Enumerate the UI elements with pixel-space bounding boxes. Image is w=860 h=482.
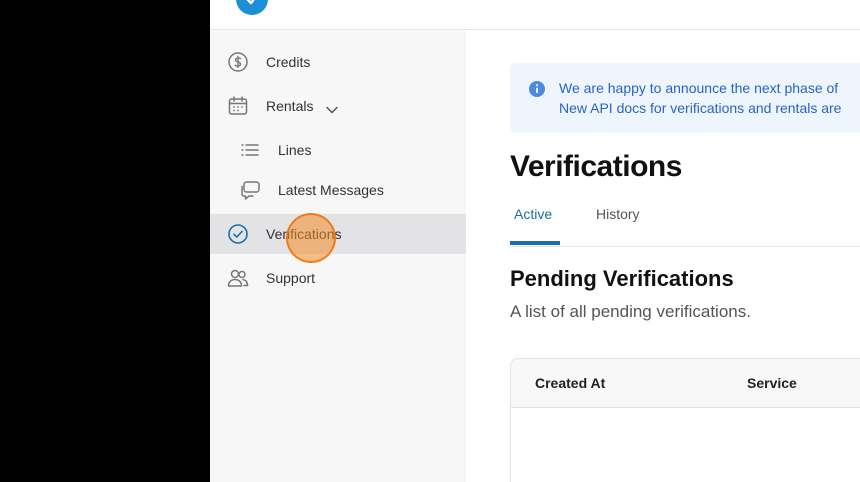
sidebar-item-latest-messages[interactable]: Latest Messages <box>210 170 466 210</box>
column-header-service[interactable]: Service <box>747 375 797 391</box>
sidebar-item-label: Rentals <box>266 98 314 114</box>
sidebar-item-label: Credits <box>266 54 311 70</box>
section-title: Pending Verifications <box>510 266 734 291</box>
app-window: Credits Rentals Lines Latest Messages Ve… <box>210 0 860 482</box>
top-bar <box>210 0 860 30</box>
sidebar-item-label: Verifications <box>266 226 342 242</box>
main-content: We are happy to announce the next phase … <box>466 30 860 482</box>
list-icon <box>238 138 262 162</box>
column-header-created-at[interactable]: Created At <box>535 375 605 391</box>
sidebar-item-verifications[interactable]: Verifications <box>210 214 466 254</box>
section-subtitle: A list of all pending verifications. <box>510 302 751 321</box>
pending-verifications-table: Created At Service <box>510 358 860 482</box>
announcement-banner: We are happy to announce the next phase … <box>510 63 860 133</box>
check-circle-icon <box>226 222 250 246</box>
logo-badge-icon <box>236 0 268 15</box>
brand-logo[interactable] <box>232 0 272 15</box>
tab-active[interactable]: Active <box>514 206 552 222</box>
tab-history[interactable]: History <box>596 206 640 222</box>
sidebar-item-label: Lines <box>278 142 312 158</box>
calendar-icon <box>226 94 250 118</box>
page-title: Verifications <box>510 150 682 183</box>
banner-text-line-2: New API docs for verifications and renta… <box>559 100 842 116</box>
sidebar-item-support[interactable]: Support <box>210 258 466 298</box>
sidebar-item-label: Support <box>266 270 316 286</box>
sidebar-item-rentals[interactable]: Rentals <box>210 86 466 126</box>
sidebar-item-lines[interactable]: Lines <box>210 130 466 170</box>
tab-bar: Active History <box>510 200 860 247</box>
dollar-icon <box>226 50 250 74</box>
active-tab-indicator <box>510 241 560 245</box>
sidebar: Credits Rentals Lines Latest Messages Ve… <box>210 30 466 482</box>
banner-text-line-1: We are happy to announce the next phase … <box>559 80 839 96</box>
users-icon <box>226 266 250 290</box>
chat-icon <box>238 178 262 202</box>
table-header: Created At Service <box>511 359 860 408</box>
sidebar-item-credits[interactable]: Credits <box>210 42 466 82</box>
chevron-down-icon[interactable] <box>326 101 338 119</box>
info-icon <box>528 80 546 103</box>
sidebar-item-label: Latest Messages <box>278 182 384 198</box>
